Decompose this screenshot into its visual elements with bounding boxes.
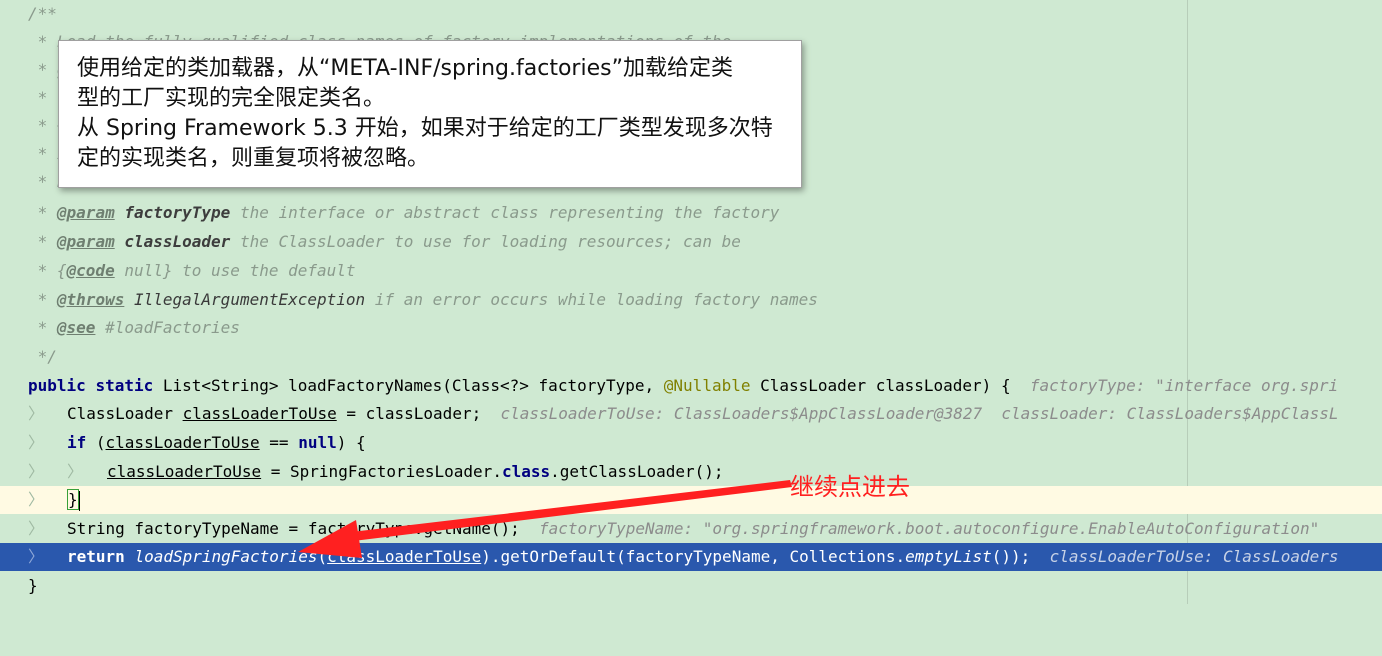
red-arrow-icon [298, 480, 792, 558]
arrow-shaft [343, 480, 792, 542]
annotation-label: 继续点进去 [790, 473, 910, 501]
arrow-head [298, 520, 362, 558]
